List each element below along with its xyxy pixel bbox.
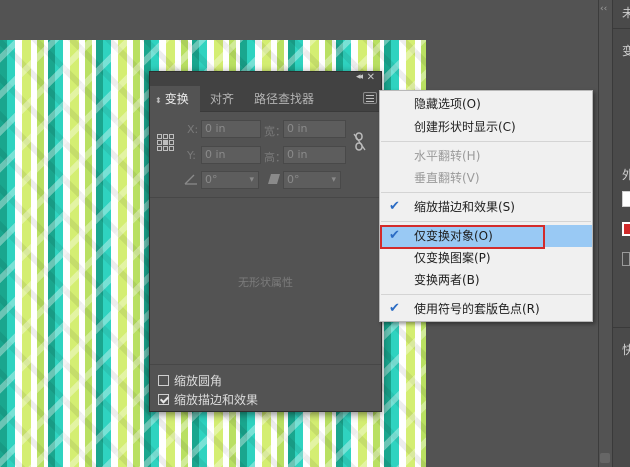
menu-item-transform-both[interactable]: 变换两者(B) (380, 269, 592, 291)
panel-divider (150, 364, 381, 365)
checkbox-box-checked[interactable] (158, 394, 169, 405)
scale-strokes-checkbox[interactable]: 缩放描边和效果 (158, 391, 258, 407)
menu-item-transform-pattern-only[interactable]: 仅变换图案(P) (380, 247, 592, 269)
fill-swatch[interactable] (622, 191, 630, 207)
stroke-swatch[interactable] (622, 222, 630, 236)
dock-label-3[interactable]: 外 (622, 166, 630, 183)
dock-box-icon[interactable] (622, 252, 630, 266)
menu-separator (381, 221, 591, 222)
tab-transform[interactable]: ⬍ 变换 (150, 86, 200, 112)
panel-divider (150, 197, 381, 198)
menu-item-label: 垂直翻转(V) (414, 171, 480, 185)
menu-item-flip-horizontal[interactable]: 水平翻转(H) (380, 145, 592, 167)
dock-scroll-handle[interactable] (600, 453, 610, 463)
tab-pathfinder[interactable]: 路径查找器 (254, 86, 314, 112)
menu-separator (381, 294, 591, 295)
scale-corners-label: 缩放圆角 (174, 374, 223, 388)
y-label: Y: (187, 149, 196, 162)
tab-arrows-icon: ⬍ (155, 96, 162, 105)
check-icon: ✔ (389, 301, 400, 316)
menu-item-hide-options[interactable]: 隐藏选项(O) (380, 93, 592, 115)
no-shape-properties-text: 无形状属性 (238, 276, 293, 289)
shear-icon (268, 174, 280, 184)
shear-value: 0° (287, 173, 300, 186)
shear-field[interactable]: 0° ▾ (283, 171, 341, 189)
menu-item-label: 隐藏选项(O) (414, 97, 481, 111)
height-field[interactable]: 0 in (283, 146, 346, 164)
menu-item-label: 仅变换图案(P) (414, 251, 491, 265)
reference-point-icon[interactable] (157, 134, 175, 152)
menu-item-flip-vertical[interactable]: 垂直翻转(V) (380, 167, 592, 189)
collapse-icon[interactable]: ◂◂ (356, 72, 363, 82)
width-field[interactable]: 0 in (283, 120, 346, 138)
y-field[interactable]: 0 in (201, 146, 261, 164)
scale-strokes-label: 缩放描边和效果 (174, 393, 259, 407)
menu-item-label: 变换两者(B) (414, 273, 480, 287)
constrain-proportions-icon[interactable] (353, 132, 367, 152)
dock-label-1[interactable]: 未 (622, 4, 630, 21)
panel-flyout-menu: 隐藏选项(O) 创建形状时显示(C) 水平翻转(H) 垂直翻转(V) ✔ 缩放描… (379, 90, 593, 322)
menu-item-label: 水平翻转(H) (414, 149, 481, 163)
menu-item-label: 创建形状时显示(C) (414, 120, 516, 134)
chevron-down-icon[interactable]: ▾ (249, 172, 254, 188)
x-label: X: (187, 123, 199, 136)
menu-item-label: 缩放描边和效果(S) (414, 200, 515, 214)
tab-transform-label: 变换 (164, 92, 189, 106)
check-icon: ✔ (389, 199, 400, 214)
scale-corners-checkbox[interactable]: 缩放圆角 (158, 372, 222, 388)
dock-collapse-icon[interactable]: ‹‹ (600, 4, 607, 14)
menu-separator (381, 192, 591, 193)
dock-label-2[interactable]: 变 (622, 42, 630, 59)
menu-item-use-symbol-registration[interactable]: ✔ 使用符号的套版色点(R) (380, 298, 592, 320)
tab-align[interactable]: 对齐 (210, 86, 234, 112)
chevron-down-icon[interactable]: ▾ (331, 172, 336, 188)
rotate-icon (184, 174, 197, 185)
dock-label-4[interactable]: 快 (622, 341, 630, 358)
menu-item-label: 使用符号的套版色点(R) (414, 302, 540, 316)
transform-panel: ◂◂ ✕ ⬍ 变换 对齐 路径查找器 X: 0 in 宽： 0 in Y: 0 i… (149, 71, 382, 412)
panel-menu-icon[interactable] (363, 92, 377, 104)
x-field[interactable]: 0 in (201, 120, 261, 138)
close-icon[interactable]: ✕ (367, 72, 375, 83)
panel-tabs: ⬍ 变换 对齐 路径查找器 (150, 86, 381, 112)
panel-titlebar[interactable]: ◂◂ ✕ (150, 72, 381, 86)
dock-strip (599, 0, 612, 467)
rotate-field[interactable]: 0° ▾ (201, 171, 259, 189)
rotate-value: 0° (205, 173, 218, 186)
menu-item-show-on-create[interactable]: 创建形状时显示(C) (380, 116, 592, 138)
dock-separator (612, 28, 630, 29)
checkbox-box[interactable] (158, 375, 169, 386)
dock-separator (612, 327, 630, 328)
annotation-highlight-box (380, 225, 545, 249)
menu-item-scale-strokes-effects[interactable]: ✔ 缩放描边和效果(S) (380, 196, 592, 218)
menu-separator (381, 141, 591, 142)
